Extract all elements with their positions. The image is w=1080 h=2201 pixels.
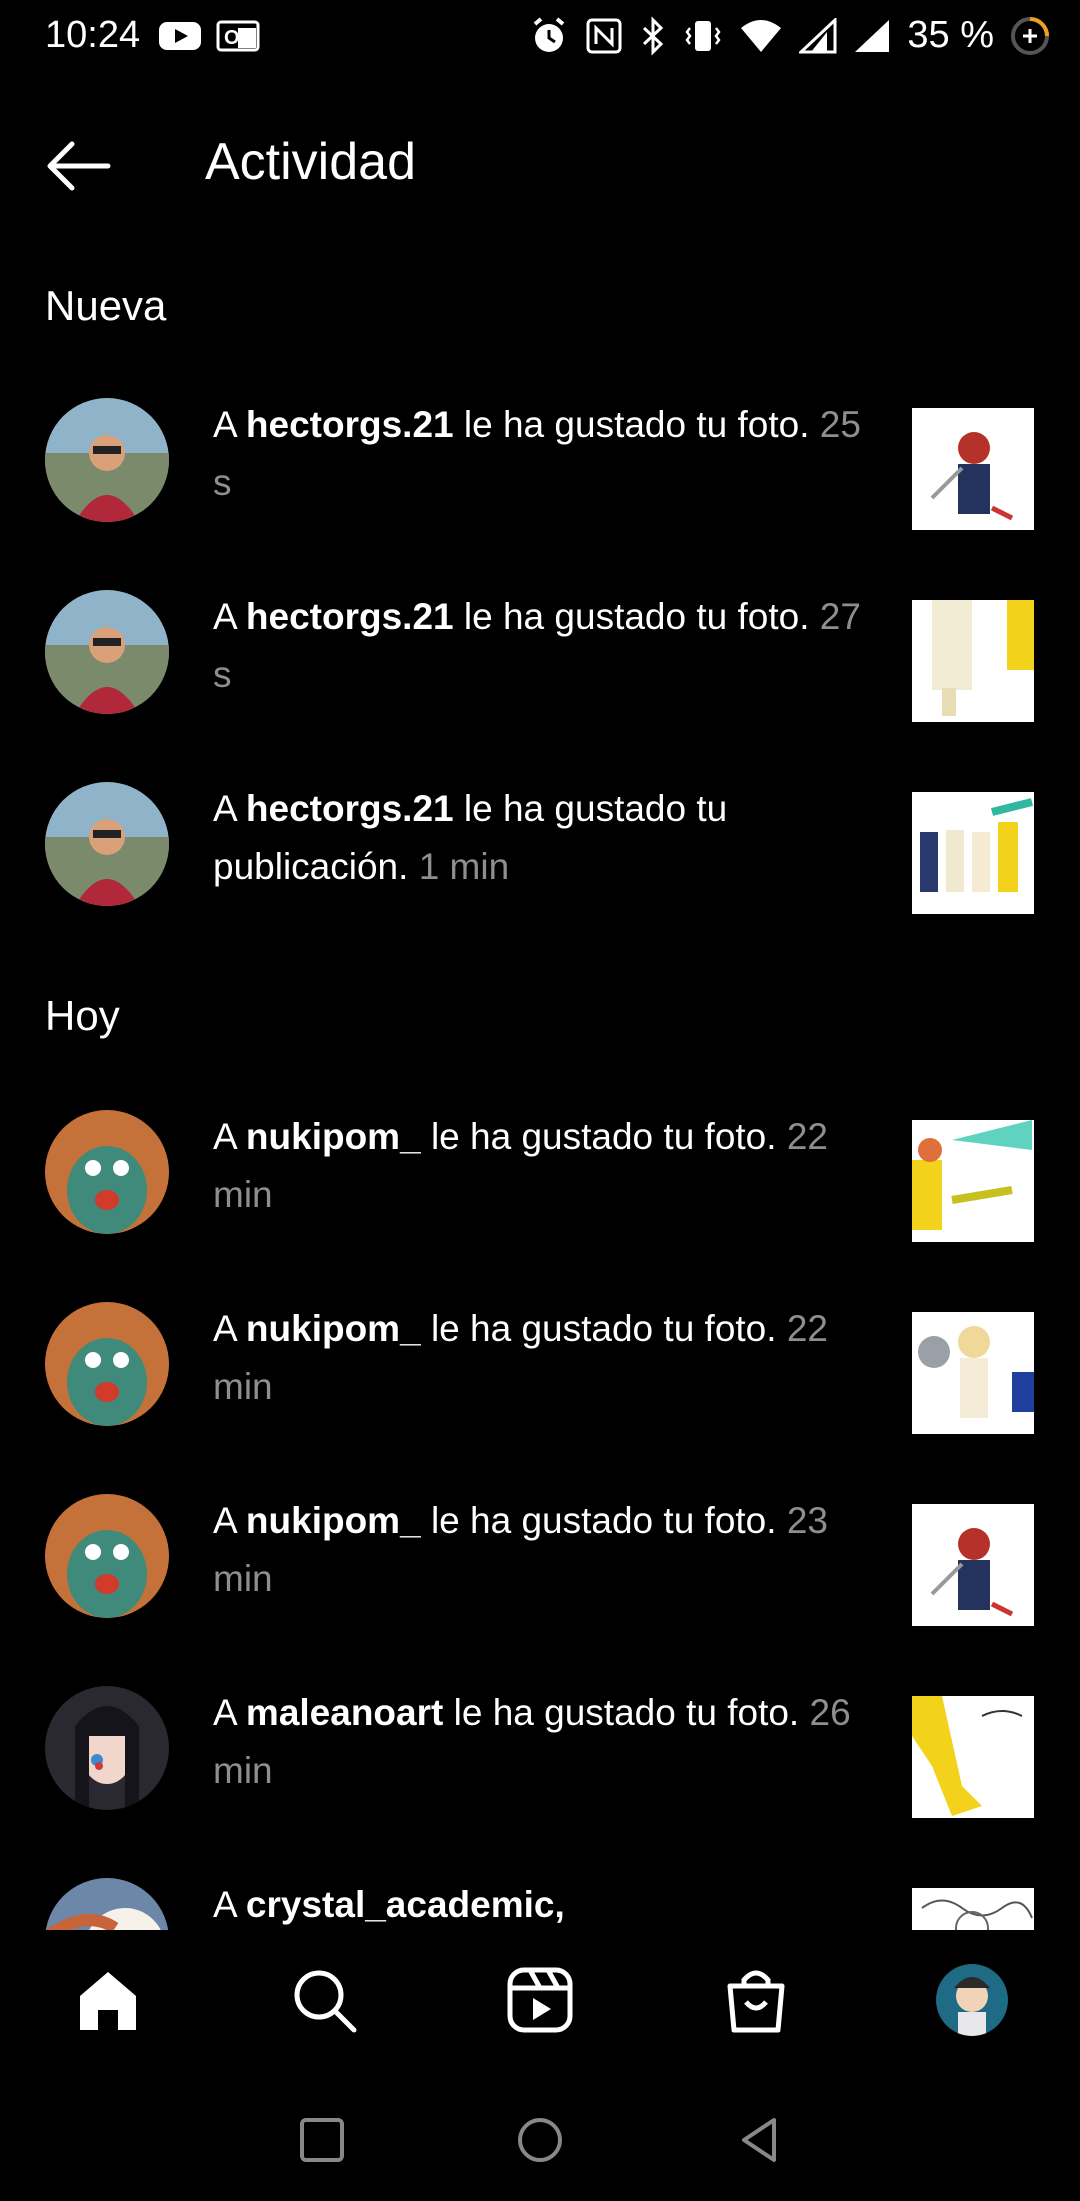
home-icon — [80, 1972, 136, 2030]
avatar[interactable] — [45, 398, 169, 522]
username: nukipom_ — [245, 1116, 421, 1157]
avatar[interactable] — [45, 1686, 169, 1810]
username: hectorgs.21 — [245, 596, 454, 637]
avatar[interactable] — [45, 1878, 169, 1930]
notification-row[interactable]: A maleanoart le ha gustado tu foto. 26 m… — [0, 1662, 1080, 1832]
app-header: Actividad — [0, 110, 1080, 220]
notification-text: A maleanoart le ha gustado tu foto. 26 m… — [213, 1692, 851, 1791]
post-thumbnail[interactable] — [912, 600, 1034, 722]
notification-row[interactable]: A nukipom_ le ha gustado tu foto. 22 min — [0, 1278, 1080, 1448]
notification-row[interactable]: A crystal_academic, magae_sketches — [0, 1854, 1080, 1930]
notification-text: A hectorgs.21 le ha gustado tu foto. 27 … — [213, 596, 861, 695]
shop-icon — [727, 1970, 785, 2033]
notification-text: A nukipom_ le ha gustado tu foto. 22 min — [213, 1308, 828, 1407]
post-thumbnail[interactable] — [912, 1888, 1034, 1930]
bluetooth-icon — [643, 15, 664, 56]
nav-reels[interactable] — [500, 1960, 580, 2040]
nav-home[interactable] — [68, 1960, 148, 2040]
nav-search[interactable] — [284, 1960, 364, 2040]
notification-row[interactable]: A nukipom_ le ha gustado tu foto. 23 min — [0, 1470, 1080, 1640]
reels-icon — [507, 1967, 573, 2033]
notification-row[interactable]: A hectorgs.21 le ha gustado tu foto. 27 … — [0, 566, 1080, 736]
recents-icon[interactable] — [292, 2110, 352, 2170]
avatar[interactable] — [45, 1302, 169, 1426]
notification-text: A nukipom_ le ha gustado tu foto. 23 min — [213, 1500, 828, 1599]
system-navigation — [0, 2070, 1080, 2201]
battery-saver-icon — [1011, 16, 1049, 55]
timestamp: 1 min — [418, 846, 510, 887]
svg-text:O: O — [224, 27, 240, 49]
notification-text: A nukipom_ le ha gustado tu foto. 22 min — [213, 1116, 828, 1215]
battery-percentage: 35 % — [907, 14, 994, 56]
status-left-icons: O — [158, 18, 260, 54]
username: maleanoart — [245, 1692, 444, 1733]
profile-avatar — [936, 1964, 1008, 2036]
youtube-icon — [159, 22, 201, 50]
post-thumbnail[interactable] — [912, 1120, 1034, 1242]
search-icon — [294, 1970, 357, 2033]
notification-row[interactable]: A hectorgs.21 le ha gustado tu foto. 25 … — [0, 374, 1080, 544]
notification-text: A hectorgs.21 le ha gustado tu foto. 25 … — [213, 404, 861, 503]
notification-text: A hectorgs.21 le ha gustado tu publicaci… — [213, 788, 728, 887]
notification-row[interactable]: A nukipom_ le ha gustado tu foto. 22 min — [0, 1086, 1080, 1256]
home-circle-icon[interactable] — [510, 2110, 570, 2170]
username: hectorgs.21 — [245, 404, 454, 445]
username: nukipom_ — [245, 1308, 421, 1349]
post-thumbnail[interactable] — [912, 1504, 1034, 1626]
avatar[interactable] — [45, 1494, 169, 1618]
notification-row[interactable]: A hectorgs.21 le ha gustado tu publicaci… — [0, 758, 1080, 928]
nav-profile[interactable] — [932, 1960, 1012, 2040]
post-thumbnail[interactable] — [912, 408, 1034, 530]
avatar[interactable] — [45, 1110, 169, 1234]
post-thumbnail[interactable] — [912, 1312, 1034, 1434]
nfc-icon — [586, 18, 622, 53]
vibrate-icon — [685, 20, 721, 51]
signal-icon-2 — [855, 19, 890, 52]
username: nukipom_ — [245, 1500, 421, 1541]
back-arrow-icon[interactable] — [42, 138, 114, 194]
alarm-icon — [534, 16, 565, 52]
status-right-icons: 35 % — [529, 14, 1050, 57]
username: hectorgs.21 — [245, 788, 454, 829]
status-time: 10:24 — [45, 14, 141, 56]
outlook-icon: O — [216, 20, 260, 52]
avatar[interactable] — [45, 590, 169, 714]
nav-shop[interactable] — [716, 1960, 796, 2040]
avatar[interactable] — [45, 782, 169, 906]
page-title: Actividad — [205, 133, 416, 191]
section-title-today: Hoy — [45, 992, 120, 1039]
section-title-new: Nueva — [45, 282, 167, 329]
post-thumbnail[interactable] — [912, 1696, 1034, 1818]
back-triangle-icon[interactable] — [730, 2110, 790, 2170]
bottom-navigation — [0, 1930, 1080, 2070]
notification-text: A crystal_academic, magae_sketches — [213, 1876, 863, 1930]
username: crystal_academic, magae_sketches — [245, 1884, 565, 1925]
signal-icon — [799, 17, 837, 53]
post-thumbnail[interactable] — [912, 792, 1034, 914]
wifi-icon — [741, 19, 782, 52]
status-bar: 10:24 O 35 % — [0, 0, 1080, 80]
